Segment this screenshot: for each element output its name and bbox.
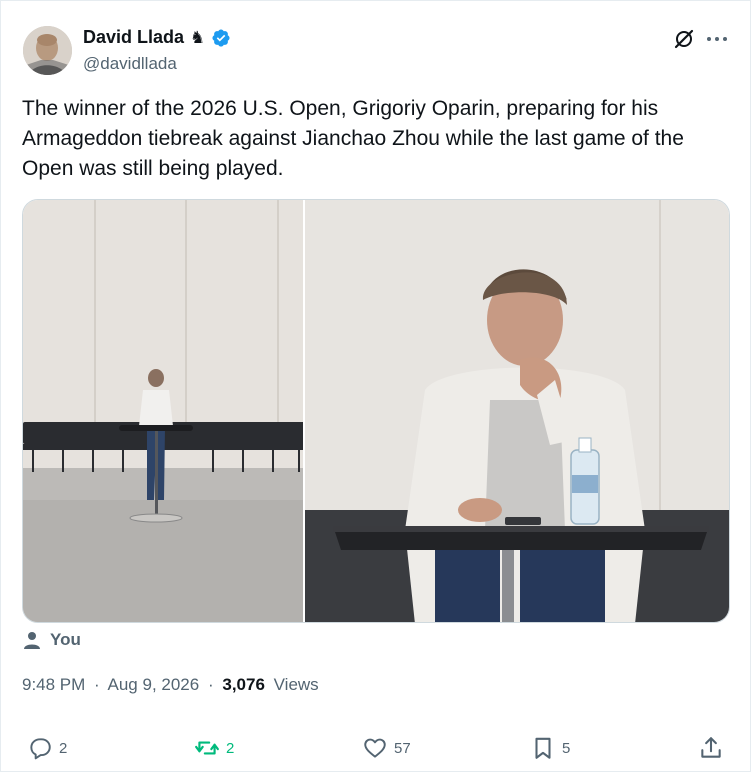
bookmark-button[interactable]: 5 <box>530 731 570 765</box>
bookmark-count: 5 <box>562 739 571 757</box>
retweet-count: 2 <box>226 739 235 757</box>
reply-count: 2 <box>59 739 68 757</box>
verified-badge-icon[interactable] <box>211 28 231 48</box>
tweet-card: David Llada ♞ @davidllada The winner of … <box>0 0 751 772</box>
reply-icon <box>30 738 51 760</box>
avatar[interactable] <box>23 26 72 75</box>
retweet-button[interactable]: 2 <box>194 731 234 765</box>
retweet-icon <box>195 741 219 755</box>
tweet-media[interactable] <box>22 199 730 623</box>
tweet-meta: 9:48 PM · Aug 9, 2026 · 3,076 Views <box>22 675 319 695</box>
share-icon <box>701 737 721 758</box>
more-options-icon[interactable] <box>705 27 729 51</box>
like-count: 57 <box>394 739 411 757</box>
tweet-time[interactable]: 9:48 PM <box>22 675 85 694</box>
views-label: Views <box>273 675 319 694</box>
audience-label: You <box>50 630 81 649</box>
reply-button[interactable]: 2 <box>27 731 67 765</box>
share-button[interactable] <box>698 731 724 765</box>
photo-wide-shot[interactable] <box>23 200 304 622</box>
meta-separator: · <box>94 675 100 694</box>
audience-indicator[interactable]: You <box>23 630 81 650</box>
chess-knight-badge: ♞ <box>190 28 206 47</box>
meta-separator: · <box>207 675 214 694</box>
author-name-row: David Llada ♞ <box>83 27 231 48</box>
photo-close-up[interactable] <box>305 200 729 622</box>
person-icon <box>24 632 40 649</box>
author-handle[interactable]: @davidllada <box>83 54 177 74</box>
tweet-text: The winner of the 2026 U.S. Open, Grigor… <box>22 97 684 180</box>
like-button[interactable]: 57 <box>362 731 411 765</box>
tweet-date[interactable]: Aug 9, 2026 <box>108 675 200 694</box>
heart-icon <box>364 738 386 758</box>
views-count: 3,076 <box>222 675 265 694</box>
photo-wide-shot-image <box>23 200 304 622</box>
action-bar: 2 2 57 5 <box>1 731 751 765</box>
photo-close-up-image <box>305 200 729 622</box>
author-display-name[interactable]: David Llada <box>83 27 184 48</box>
avatar-photo <box>23 26 72 75</box>
grok-icon[interactable] <box>672 27 696 51</box>
bookmark-icon <box>535 737 551 759</box>
